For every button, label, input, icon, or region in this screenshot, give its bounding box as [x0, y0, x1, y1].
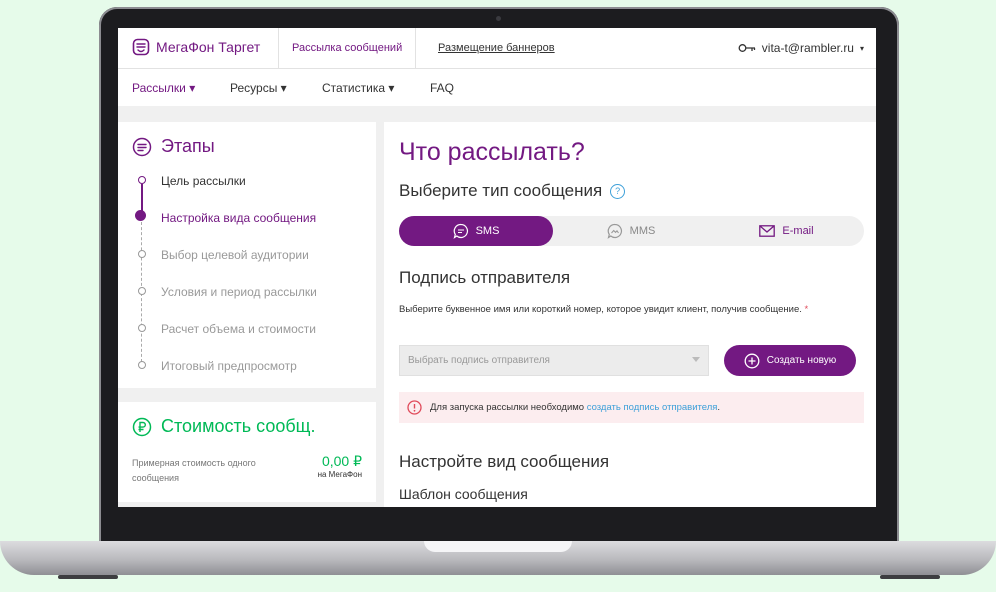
- help-icon[interactable]: ?: [610, 183, 626, 199]
- alert-message: Для запуска рассылки необходимо создать …: [430, 402, 720, 413]
- chevron-down-icon: ▾: [859, 43, 864, 53]
- stages-heading: Этапы: [132, 136, 215, 157]
- cost-value: 0,00 ₽: [321, 453, 362, 469]
- type-mms-button[interactable]: MMS: [554, 216, 708, 246]
- cost-operator: на МегаФон: [317, 470, 362, 479]
- stage-dot: [135, 210, 146, 221]
- key-icon: [738, 44, 755, 52]
- view-heading: Настройте вид сообщения: [399, 452, 610, 471]
- type-mms-label: MMS: [629, 225, 656, 237]
- message-type-selector: SMS MMS E-mail: [399, 216, 864, 246]
- app-screen: МегаФон Таргет Рассылка сообщений Размещ…: [118, 28, 876, 507]
- stage-dot: [138, 287, 146, 295]
- main-content: Что рассылать? Выберите тип сообщения ? …: [384, 122, 876, 507]
- page-title: Что рассылать?: [399, 138, 585, 166]
- laptop-foot-left: [58, 575, 118, 579]
- camera-icon: [496, 16, 501, 21]
- envelope-icon: [759, 225, 776, 237]
- type-email-label: E-mail: [782, 225, 814, 237]
- stages-title: Этапы: [161, 136, 215, 156]
- stage-dot: [138, 250, 146, 258]
- stage-dot: [138, 324, 146, 332]
- type-sms-button[interactable]: SMS: [399, 216, 553, 246]
- create-sender-link[interactable]: создать подпись отправителя: [587, 402, 718, 413]
- message-type-title: Выберите тип сообщения: [399, 181, 603, 200]
- sender-hint-text: Выберите буквенное имя или короткий номе…: [399, 304, 802, 315]
- stage-dot: [138, 176, 146, 184]
- laptop-notch: [424, 541, 572, 552]
- stages-panel: Этапы Цель рассылки Настройка вида сообщ…: [118, 122, 376, 388]
- stage-label: Расчет объема и стоимости: [161, 322, 316, 336]
- cost-title: Стоимость сообщ.: [161, 416, 316, 436]
- warning-icon: [407, 400, 422, 415]
- sender-hint: Выберите буквенное имя или короткий номе…: [399, 303, 839, 317]
- sender-select[interactable]: Выбрать подпись отправителя: [399, 345, 709, 376]
- account-email: vita-t@rambler.ru: [761, 41, 854, 55]
- stage-label: Итоговый предпросмотр: [161, 359, 297, 373]
- type-sms-label: SMS: [475, 225, 500, 237]
- sender-select-placeholder: Выбрать подпись отправителя: [408, 355, 550, 366]
- megafon-logo-icon: [132, 38, 150, 56]
- tab-messages[interactable]: Рассылка сообщений: [278, 28, 417, 68]
- laptop-foot-right: [880, 575, 940, 579]
- top-bar: МегаФон Таргет Рассылка сообщений Размещ…: [118, 28, 876, 69]
- stage-label: Выбор целевой аудитории: [161, 248, 309, 262]
- create-sender-button[interactable]: Создать новую: [724, 345, 856, 376]
- stage-label: Условия и период рассылки: [161, 285, 317, 299]
- tab-banners[interactable]: Размещение баннеров: [438, 42, 555, 54]
- list-circle-icon: [132, 137, 152, 156]
- menu-bar: Рассылки ▾ Ресурсы ▾ Статистика ▾ FAQ: [118, 69, 876, 106]
- plus-circle-icon: [744, 353, 760, 368]
- cost-heading: Стоимость сообщ.: [132, 416, 315, 437]
- stage-dot: [138, 361, 146, 369]
- create-sender-label: Создать новую: [766, 355, 837, 366]
- type-email-button[interactable]: E-mail: [709, 216, 864, 246]
- cost-panel: Стоимость сообщ. Примерная стоимость одн…: [118, 402, 376, 502]
- message-type-heading: Выберите тип сообщения ?: [399, 181, 626, 201]
- menu-item-resources[interactable]: Ресурсы ▾: [230, 81, 287, 95]
- cost-description: Примерная стоимость одного сообщения: [132, 458, 256, 483]
- stage-label: Настройка вида сообщения: [161, 211, 317, 225]
- ruble-icon: [132, 417, 152, 436]
- chat-bubble-icon: [453, 223, 468, 239]
- alert-end: .: [717, 402, 721, 413]
- sender-alert: Для запуска рассылки необходимо создать …: [399, 392, 864, 423]
- alert-text: Для запуска рассылки необходимо: [430, 402, 587, 413]
- brand-logo[interactable]: МегаФон Таргет: [132, 38, 260, 56]
- account-menu[interactable]: vita-t@rambler.ru ▾: [738, 41, 864, 55]
- required-mark: *: [804, 304, 809, 315]
- stage-label: Цель рассылки: [161, 174, 246, 188]
- brand-name: МегаФон Таргет: [156, 39, 261, 55]
- dropdown-caret-icon: [692, 357, 700, 362]
- menu-item-statistics[interactable]: Статистика ▾: [322, 81, 394, 95]
- template-heading: Шаблон сообщения: [399, 486, 528, 502]
- sender-heading: Подпись отправителя: [399, 268, 571, 287]
- image-bubble-icon: [607, 223, 622, 239]
- menu-item-faq[interactable]: FAQ: [430, 81, 454, 95]
- menu-item-mailings[interactable]: Рассылки ▾: [132, 81, 195, 95]
